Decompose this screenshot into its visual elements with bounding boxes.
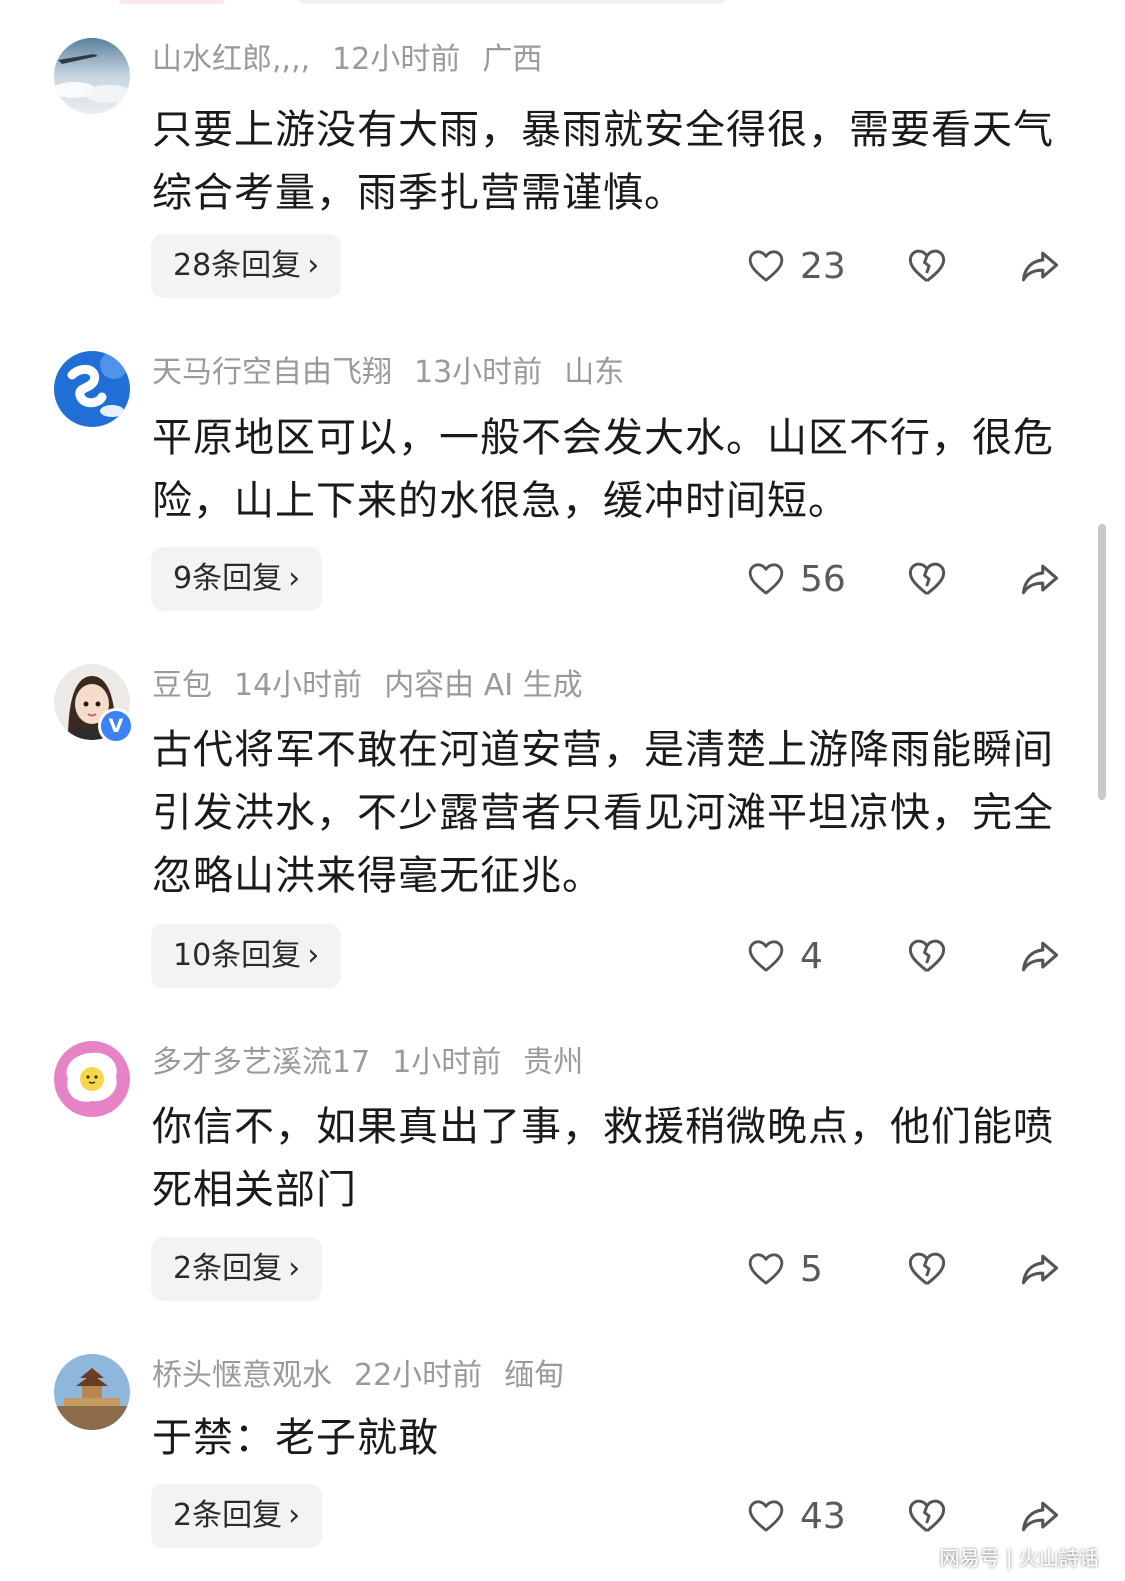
like-button[interactable]: 23 [746, 234, 846, 298]
like-count: 23 [800, 245, 846, 287]
like-count: 56 [800, 558, 846, 600]
like-button[interactable]: 5 [746, 1237, 823, 1301]
comment-time: 13小时前 [414, 355, 543, 390]
comment-text[interactable]: 只要上游没有大雨，暴雨就安全得很，需要看天气综合考量，雨季扎营需谨慎。 [152, 99, 1067, 225]
username[interactable]: 豆包 [152, 668, 212, 703]
view-replies-button[interactable]: 2条回复 › [151, 1237, 323, 1301]
heart-icon [748, 940, 784, 972]
broken-heart-icon[interactable] [906, 558, 948, 600]
username[interactable]: 桥头惬意观水 [152, 1358, 332, 1393]
top-input-bar[interactable] [298, 0, 726, 4]
chevron-right-icon: › [307, 248, 320, 283]
comment-meta: 山水红郎,,,, 12小时前 广西 [152, 40, 564, 80]
reply-count-label: 9条回复 [173, 561, 283, 596]
verified-badge: V [98, 708, 134, 744]
like-count: 43 [800, 1495, 846, 1537]
comment-time: 14小时前 [234, 668, 363, 703]
comment-time: 1小时前 [392, 1045, 502, 1080]
like-button[interactable]: 43 [746, 1484, 846, 1548]
comment-meta: 天马行空自由飞翔 13小时前 山东 [152, 353, 646, 393]
user-avatar[interactable] [54, 1041, 130, 1117]
comment-text[interactable]: 平原地区可以，一般不会发大水。山区不行，很危险，山上下来的水很急，缓冲时间短。 [152, 407, 1067, 533]
comment-text[interactable]: 于禁：老子就敢 [152, 1407, 1067, 1470]
view-replies-button[interactable]: 10条回复 › [151, 924, 342, 988]
reply-count-label: 2条回复 [173, 1251, 283, 1286]
view-replies-button[interactable]: 9条回复 › [151, 547, 323, 611]
user-avatar[interactable] [54, 38, 130, 114]
ai-generated-label: 内容由 AI 生成 [384, 668, 583, 703]
heart-icon [748, 250, 784, 282]
comment-location: 贵州 [523, 1045, 584, 1080]
share-icon[interactable] [1018, 244, 1062, 288]
comment-location: 广西 [482, 42, 543, 77]
broken-heart-icon[interactable] [906, 245, 948, 287]
heart-icon [748, 563, 784, 595]
watermark: 网易号 | 火山詩话 [939, 1546, 1099, 1570]
comment-meta: 豆包 14小时前 内容由 AI 生成 [152, 666, 605, 706]
comment-location: 山东 [564, 355, 625, 390]
username[interactable]: 多才多艺溪流17 [152, 1045, 370, 1080]
share-icon[interactable] [1018, 1247, 1062, 1291]
like-button[interactable]: 56 [746, 547, 846, 611]
chevron-right-icon: › [288, 561, 301, 596]
comment-text[interactable]: 古代将军不敢在河道安营，是清楚上游降雨能瞬间引发洪水，不少露营者只看见河滩平坦凉… [152, 719, 1067, 908]
chevron-right-icon: › [288, 1251, 301, 1286]
heart-icon [748, 1253, 784, 1285]
view-replies-button[interactable]: 28条回复 › [151, 234, 342, 298]
comment-meta: 桥头惬意观水 22小时前 缅甸 [152, 1356, 586, 1396]
comment-time: 22小时前 [354, 1358, 483, 1393]
reply-count-label: 2条回复 [173, 1498, 283, 1533]
user-avatar[interactable] [54, 351, 130, 427]
comment-time: 12小时前 [332, 42, 461, 77]
comment-location: 缅甸 [504, 1358, 565, 1393]
username[interactable]: 山水红郎,,,, [152, 42, 310, 77]
reply-count-label: 10条回复 [173, 938, 302, 973]
comment-meta: 多才多艺溪流17 1小时前 贵州 [152, 1043, 605, 1083]
heart-icon [748, 1500, 784, 1532]
top-tab-indicator [118, 0, 226, 4]
like-count: 5 [800, 1248, 823, 1290]
username[interactable]: 天马行空自由飞翔 [152, 355, 392, 390]
user-avatar[interactable] [54, 1354, 130, 1430]
broken-heart-icon[interactable] [906, 1495, 948, 1537]
chevron-right-icon: › [288, 1498, 301, 1533]
view-replies-button[interactable]: 2条回复 › [151, 1484, 323, 1548]
chevron-right-icon: › [307, 938, 320, 973]
broken-heart-icon[interactable] [906, 1248, 948, 1290]
reply-count-label: 28条回复 [173, 248, 302, 283]
share-icon[interactable] [1018, 934, 1062, 978]
share-icon[interactable] [1018, 557, 1062, 601]
share-icon[interactable] [1018, 1494, 1062, 1538]
like-button[interactable]: 4 [746, 924, 823, 988]
broken-heart-icon[interactable] [906, 935, 948, 977]
comment-text[interactable]: 你信不，如果真出了事，救援稍微晚点，他们能喷死相关部门 [152, 1096, 1067, 1222]
scrollbar[interactable] [1098, 524, 1106, 800]
like-count: 4 [800, 935, 823, 977]
